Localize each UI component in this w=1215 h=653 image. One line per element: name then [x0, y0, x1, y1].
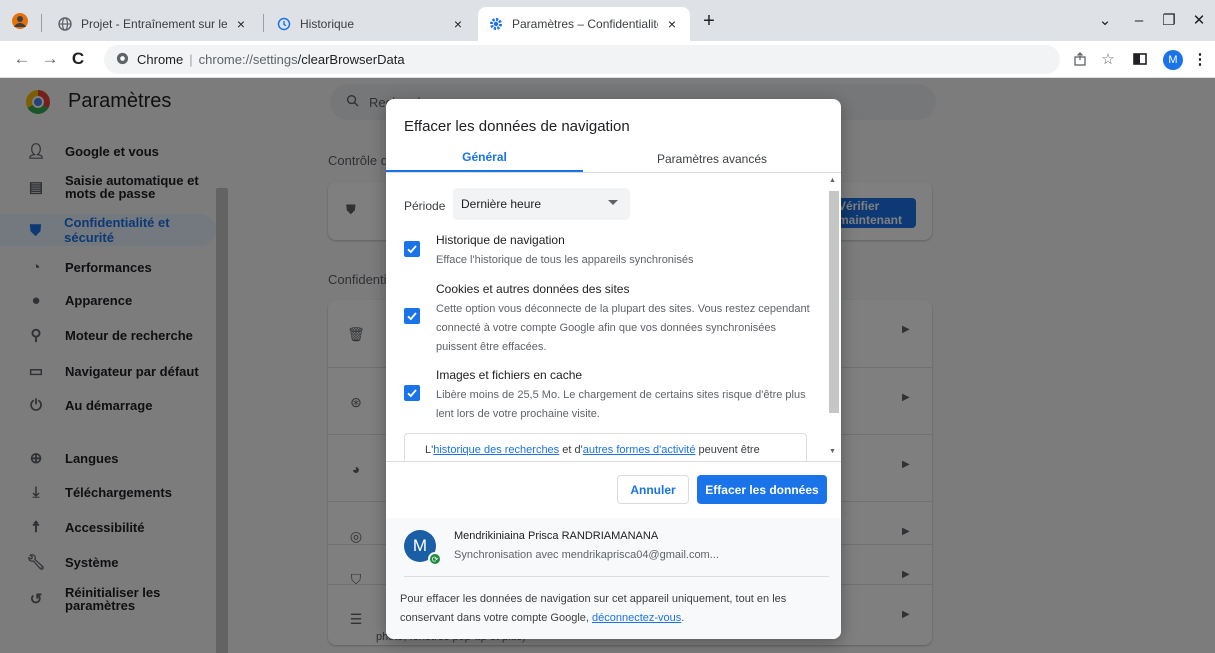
history-icon — [276, 16, 292, 32]
tab-search-icon[interactable]: ⌄ — [1093, 8, 1117, 32]
side-panel-icon[interactable] — [1130, 49, 1150, 69]
footer-text: Pour effacer les données de navigation s… — [400, 590, 830, 628]
tab-close-icon[interactable]: × — [233, 16, 249, 32]
address-bar[interactable]: Chrome | chrome://settings/clearBrowserD… — [104, 45, 1060, 74]
clear-data-button[interactable]: Effacer les données — [697, 475, 827, 504]
tab-label: Projet - Entraînement sur les bases — [81, 17, 227, 31]
option-title: Cookies et autres données des sites — [436, 282, 630, 296]
info-suffix: peuvent être — [695, 444, 760, 456]
tab-label: Paramètres – Confidentialité et sécurité — [512, 17, 658, 31]
tab-label: Historique — [300, 17, 355, 31]
new-tab-button[interactable]: + — [699, 11, 719, 32]
browser-toolbar: ← → C Chrome | chrome://settings/clearBr… — [0, 41, 1215, 78]
bookmark-star-icon[interactable]: ☆ — [1098, 49, 1118, 69]
option-title: Historique de navigation — [436, 233, 565, 247]
option-title: Images et fichiers en cache — [436, 368, 583, 382]
globe-icon — [57, 16, 73, 32]
divider — [386, 461, 841, 462]
dialog-title: Effacer les données de navigation — [404, 118, 630, 135]
divider — [404, 576, 829, 577]
tab-strip: Projet - Entraînement sur les bases × Hi… — [0, 0, 1215, 41]
option-desc: Efface l'historique de tous les appareil… — [436, 254, 694, 266]
dialog-scroll-thumb[interactable] — [829, 191, 839, 413]
dialog-footer: M ⟳ Mendrikiniaina Prisca RANDRIAMANANA … — [386, 518, 841, 639]
share-icon[interactable] — [1070, 49, 1090, 69]
chrome-profile-icon[interactable] — [8, 9, 32, 33]
account-name: Mendrikiniaina Prisca RANDRIAMANANA — [454, 530, 659, 542]
clear-browsing-data-dialog: Effacer les données de navigation Généra… — [386, 99, 841, 639]
account-sync-status: Synchronisation avec mendrikaprisca04@gm… — [454, 549, 719, 561]
minimize-button[interactable]: – — [1127, 8, 1151, 32]
info-box: L'historique des recherches et d'autres … — [404, 433, 807, 461]
option-desc: Libère moins de 25,5 Mo. Le chargement d… — [436, 389, 806, 420]
tab-separator — [41, 14, 42, 32]
tab-general[interactable]: Général — [386, 144, 583, 173]
settings-gear-icon — [488, 16, 504, 32]
profile-avatar[interactable]: M — [1163, 50, 1183, 70]
check-icon — [407, 389, 417, 398]
chrome-site-icon — [116, 52, 129, 68]
period-select[interactable]: Dernière heure — [453, 188, 630, 220]
omnibox-separator: | — [189, 52, 193, 67]
search-history-link[interactable]: historique des recherches — [433, 444, 559, 456]
sync-icon: ⟳ — [428, 552, 442, 566]
cancel-button[interactable]: Annuler — [617, 475, 689, 504]
sign-out-link[interactable]: déconnectez-vous — [592, 612, 681, 624]
tab-historique[interactable]: Historique × — [266, 7, 476, 41]
other-activity-link[interactable]: autres formes d'activité — [583, 444, 696, 456]
back-arrow-icon[interactable]: ← — [10, 47, 34, 71]
scroll-up-arrow-icon[interactable]: ▲ — [829, 177, 836, 184]
period-label: Période — [404, 199, 446, 213]
scroll-down-arrow-icon[interactable]: ▼ — [829, 448, 836, 455]
tab-close-icon[interactable]: × — [450, 16, 466, 32]
info-middle: et d' — [559, 444, 583, 456]
check-icon — [407, 312, 417, 321]
tab-projet[interactable]: Projet - Entraînement sur les bases × — [47, 7, 259, 41]
dialog-body: Période Dernière heure Historique de nav… — [386, 173, 841, 461]
reload-icon[interactable]: C — [66, 47, 90, 71]
tab-close-icon[interactable]: × — [664, 16, 680, 32]
maximize-button[interactable]: ❐ — [1157, 8, 1181, 32]
url-path: /clearBrowserData — [297, 52, 405, 67]
chevron-down-icon — [608, 200, 618, 205]
site-label: Chrome — [137, 52, 184, 67]
cookies-checkbox[interactable] — [404, 308, 420, 324]
tab-advanced[interactable]: Paramètres avancés — [583, 144, 841, 173]
url-host: chrome://settings — [198, 52, 298, 67]
menu-kebab-icon[interactable]: ⋮ — [1190, 49, 1210, 69]
footer-end: . — [681, 612, 685, 624]
url-text: chrome://settings/clearBrowserData — [199, 52, 405, 67]
forward-arrow-icon[interactable]: → — [38, 47, 62, 71]
close-window-button[interactable]: ✕ — [1187, 8, 1211, 32]
option-desc: Cette option vous déconnecte de la plupa… — [436, 303, 810, 353]
period-value: Dernière heure — [461, 197, 542, 211]
tab-separator — [263, 14, 264, 32]
check-icon — [407, 245, 417, 254]
info-prefix: L' — [425, 444, 434, 456]
history-checkbox[interactable] — [404, 241, 420, 257]
tab-parametres[interactable]: Paramètres – Confidentialité et sécurité… — [478, 7, 690, 41]
cache-checkbox[interactable] — [404, 385, 420, 401]
